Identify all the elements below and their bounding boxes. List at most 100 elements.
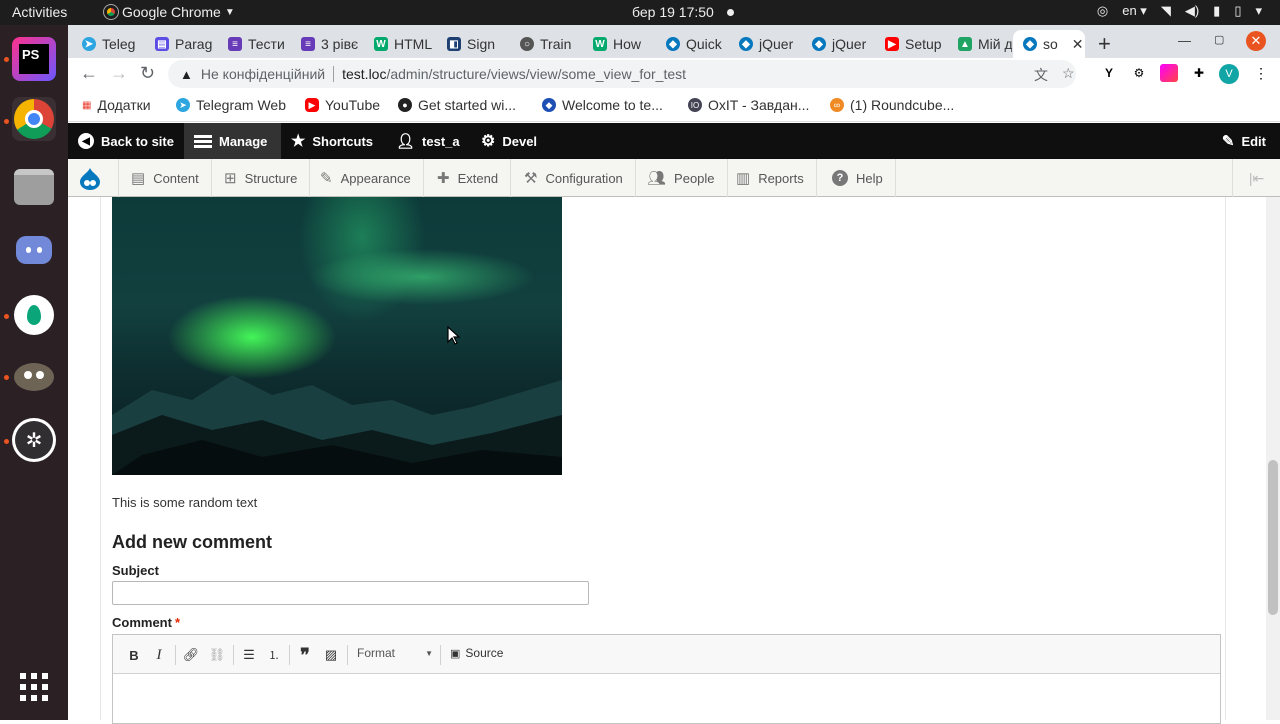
files-icon[interactable] bbox=[12, 165, 56, 209]
show-applications-icon[interactable] bbox=[12, 665, 56, 709]
forward-arrow-icon[interactable]: → bbox=[110, 63, 128, 84]
close-window-button[interactable]: ✕ bbox=[1246, 31, 1266, 51]
shortcuts-tab[interactable]: ★ Shortcuts bbox=[281, 123, 383, 159]
chrome-icon bbox=[103, 4, 119, 20]
gear-extension-icon[interactable]: ⚙ bbox=[1130, 64, 1148, 82]
manage-tab[interactable]: Manage bbox=[184, 123, 281, 159]
paragraph-icon: ▤ bbox=[155, 37, 169, 51]
translate-icon[interactable]: 文 bbox=[1034, 65, 1048, 85]
browser-tab[interactable]: ≡ 3 рівє bbox=[287, 30, 359, 58]
browser-tab[interactable]: W How bbox=[579, 30, 651, 58]
tray-content[interactable]: ▤ Content bbox=[118, 159, 212, 197]
subject-input[interactable] bbox=[112, 581, 589, 605]
color-picker-extension-icon[interactable] bbox=[1160, 64, 1178, 82]
browser-tab[interactable]: ▲ Мій д bbox=[944, 30, 1012, 58]
power-menu-icon[interactable]: ▾ bbox=[1255, 3, 1262, 19]
wifi-icon[interactable]: ◥ bbox=[1161, 3, 1171, 19]
browser-tab[interactable]: ◆ jQuer bbox=[725, 30, 797, 58]
tray-reports[interactable]: ▥ Reports bbox=[724, 159, 817, 197]
unlink-icon[interactable]: ⛓︎ bbox=[207, 645, 227, 665]
bookmark-label: Welcome to te... bbox=[562, 97, 663, 113]
discord-icon[interactable] bbox=[12, 228, 56, 272]
gimp-icon[interactable] bbox=[12, 355, 56, 399]
browser-tab[interactable]: ◆ Quick bbox=[652, 30, 724, 58]
bookmark-youtube[interactable]: ▶ YouTube bbox=[305, 97, 380, 113]
browser-tab[interactable]: W HTML bbox=[360, 30, 432, 58]
bookmark-star-icon[interactable]: ☆ bbox=[1062, 65, 1075, 82]
subject-label: Subject bbox=[112, 563, 159, 578]
browser-tab-active[interactable]: ◆ so ✕ bbox=[1013, 30, 1085, 58]
format-dropdown[interactable]: Format ▼ bbox=[357, 646, 433, 660]
app-menu[interactable]: Google Chrome ▼ bbox=[103, 4, 235, 20]
bookmark-github[interactable]: ● Get started wi... bbox=[398, 97, 516, 113]
browser-tab[interactable]: ▤ Parag bbox=[141, 30, 213, 58]
drupal-logo-icon[interactable] bbox=[76, 167, 104, 191]
page-scrollbar[interactable] bbox=[1266, 197, 1280, 720]
running-indicator bbox=[4, 439, 9, 444]
forms-icon: ≡ bbox=[301, 37, 315, 51]
back-to-site-link[interactable]: ◀ Back to site bbox=[68, 123, 184, 159]
menu-kebab-icon[interactable]: ⋮ bbox=[1252, 64, 1270, 82]
bookmark-roundcube[interactable]: ∞ (1) Roundcube... bbox=[830, 97, 954, 113]
back-arrow-icon[interactable]: ← bbox=[80, 63, 98, 84]
obs-icon[interactable]: ✲ bbox=[12, 418, 56, 462]
tray-orientation-toggle-icon[interactable]: |⇤ bbox=[1232, 159, 1280, 197]
scrollbar-thumb[interactable] bbox=[1268, 460, 1278, 615]
green-drop-app-icon[interactable] bbox=[12, 293, 56, 337]
numbered-list-icon[interactable]: ⒈ bbox=[264, 645, 284, 665]
tray-structure[interactable]: ⊞ Structure bbox=[212, 159, 311, 197]
extensions-puzzle-icon[interactable]: ✚ bbox=[1190, 64, 1208, 82]
security-status[interactable]: Не конфіденційний bbox=[201, 66, 325, 82]
tab-label: so bbox=[1043, 36, 1058, 52]
tray-appearance[interactable]: ✎ Appearance bbox=[308, 159, 424, 197]
warning-icon[interactable]: ▲ bbox=[180, 67, 193, 82]
browser-tab[interactable]: ➤ Teleg bbox=[68, 30, 140, 58]
volume-icon[interactable]: ◀) bbox=[1185, 3, 1199, 19]
screenshot-app-icon[interactable]: ◎ bbox=[1097, 3, 1108, 19]
chrome-dock-icon[interactable] bbox=[12, 97, 56, 141]
bookmark-welcome[interactable]: ◆ Welcome to te... bbox=[542, 97, 663, 113]
browser-tab[interactable]: ◧ Sign bbox=[433, 30, 505, 58]
battery-icon[interactable]: ▯ bbox=[1234, 3, 1241, 19]
tray-extend[interactable]: ✚ Extend bbox=[425, 159, 512, 197]
blockquote-icon[interactable]: ❞ bbox=[295, 645, 315, 665]
devel-tab[interactable]: ⚙ Devel bbox=[471, 123, 547, 159]
language-indicator[interactable]: en ▾ bbox=[1122, 3, 1147, 19]
system-tray[interactable]: ◎ en ▾ ◥ ◀) ▮ ▯ ▾ bbox=[1097, 3, 1262, 19]
browser-tab[interactable]: ≡ Тести bbox=[214, 30, 286, 58]
profile-avatar[interactable]: V bbox=[1219, 64, 1239, 84]
maximize-button[interactable]: ▢ bbox=[1214, 33, 1224, 46]
browser-tab[interactable]: ▶ Setup bbox=[871, 30, 943, 58]
drupal-icon: ◆ bbox=[666, 37, 680, 51]
bookmark-telegram[interactable]: ➤ Telegram Web bbox=[176, 97, 286, 113]
reload-icon[interactable]: ↻ bbox=[140, 63, 155, 84]
link-icon[interactable]: 🔗︎ bbox=[181, 645, 201, 665]
image-icon[interactable]: ▨ bbox=[321, 645, 341, 665]
phpstorm-icon[interactable]: PS bbox=[12, 37, 56, 81]
roundcube-icon: ∞ bbox=[830, 98, 844, 112]
star-icon: ★ bbox=[291, 133, 306, 150]
bulleted-list-icon[interactable]: ☰ bbox=[239, 645, 259, 665]
source-button[interactable]: ▣ Source bbox=[450, 646, 503, 660]
tab-close-icon[interactable]: ✕ bbox=[1072, 36, 1084, 53]
tray-people[interactable]: 👥︎ People bbox=[635, 159, 728, 197]
clock[interactable]: бер 19 17:50 bbox=[632, 4, 714, 20]
browser-tab[interactable]: ○ Train bbox=[506, 30, 578, 58]
new-tab-button[interactable]: + bbox=[1098, 31, 1111, 57]
signin-icon: ◧ bbox=[447, 37, 461, 51]
browser-tab[interactable]: ◆ jQuer bbox=[798, 30, 870, 58]
activities-button[interactable]: Activities bbox=[12, 4, 67, 20]
tray-help[interactable]: ? Help bbox=[820, 159, 896, 197]
bold-button[interactable]: B bbox=[124, 645, 144, 665]
minimize-button[interactable]: — bbox=[1178, 33, 1191, 48]
yandex-extension-icon[interactable]: Y bbox=[1100, 64, 1118, 82]
bookmark-oxit[interactable]: IO OxIT - Завдан... bbox=[688, 97, 809, 113]
google-drive-icon: ▲ bbox=[958, 37, 972, 51]
edit-button[interactable]: ✎ Edit bbox=[1212, 123, 1276, 159]
italic-button[interactable]: I bbox=[149, 645, 169, 665]
address-bar[interactable]: ▲ Не конфіденційний test.loc/admin/struc… bbox=[168, 60, 1076, 88]
microphone-icon[interactable]: ▮ bbox=[1213, 3, 1220, 19]
tray-configuration[interactable]: ⚒ Configuration bbox=[512, 159, 636, 197]
user-tab[interactable]: 👤︎ test_a bbox=[386, 123, 470, 159]
bookmark-apps[interactable]: ▦ Додатки bbox=[82, 97, 151, 113]
